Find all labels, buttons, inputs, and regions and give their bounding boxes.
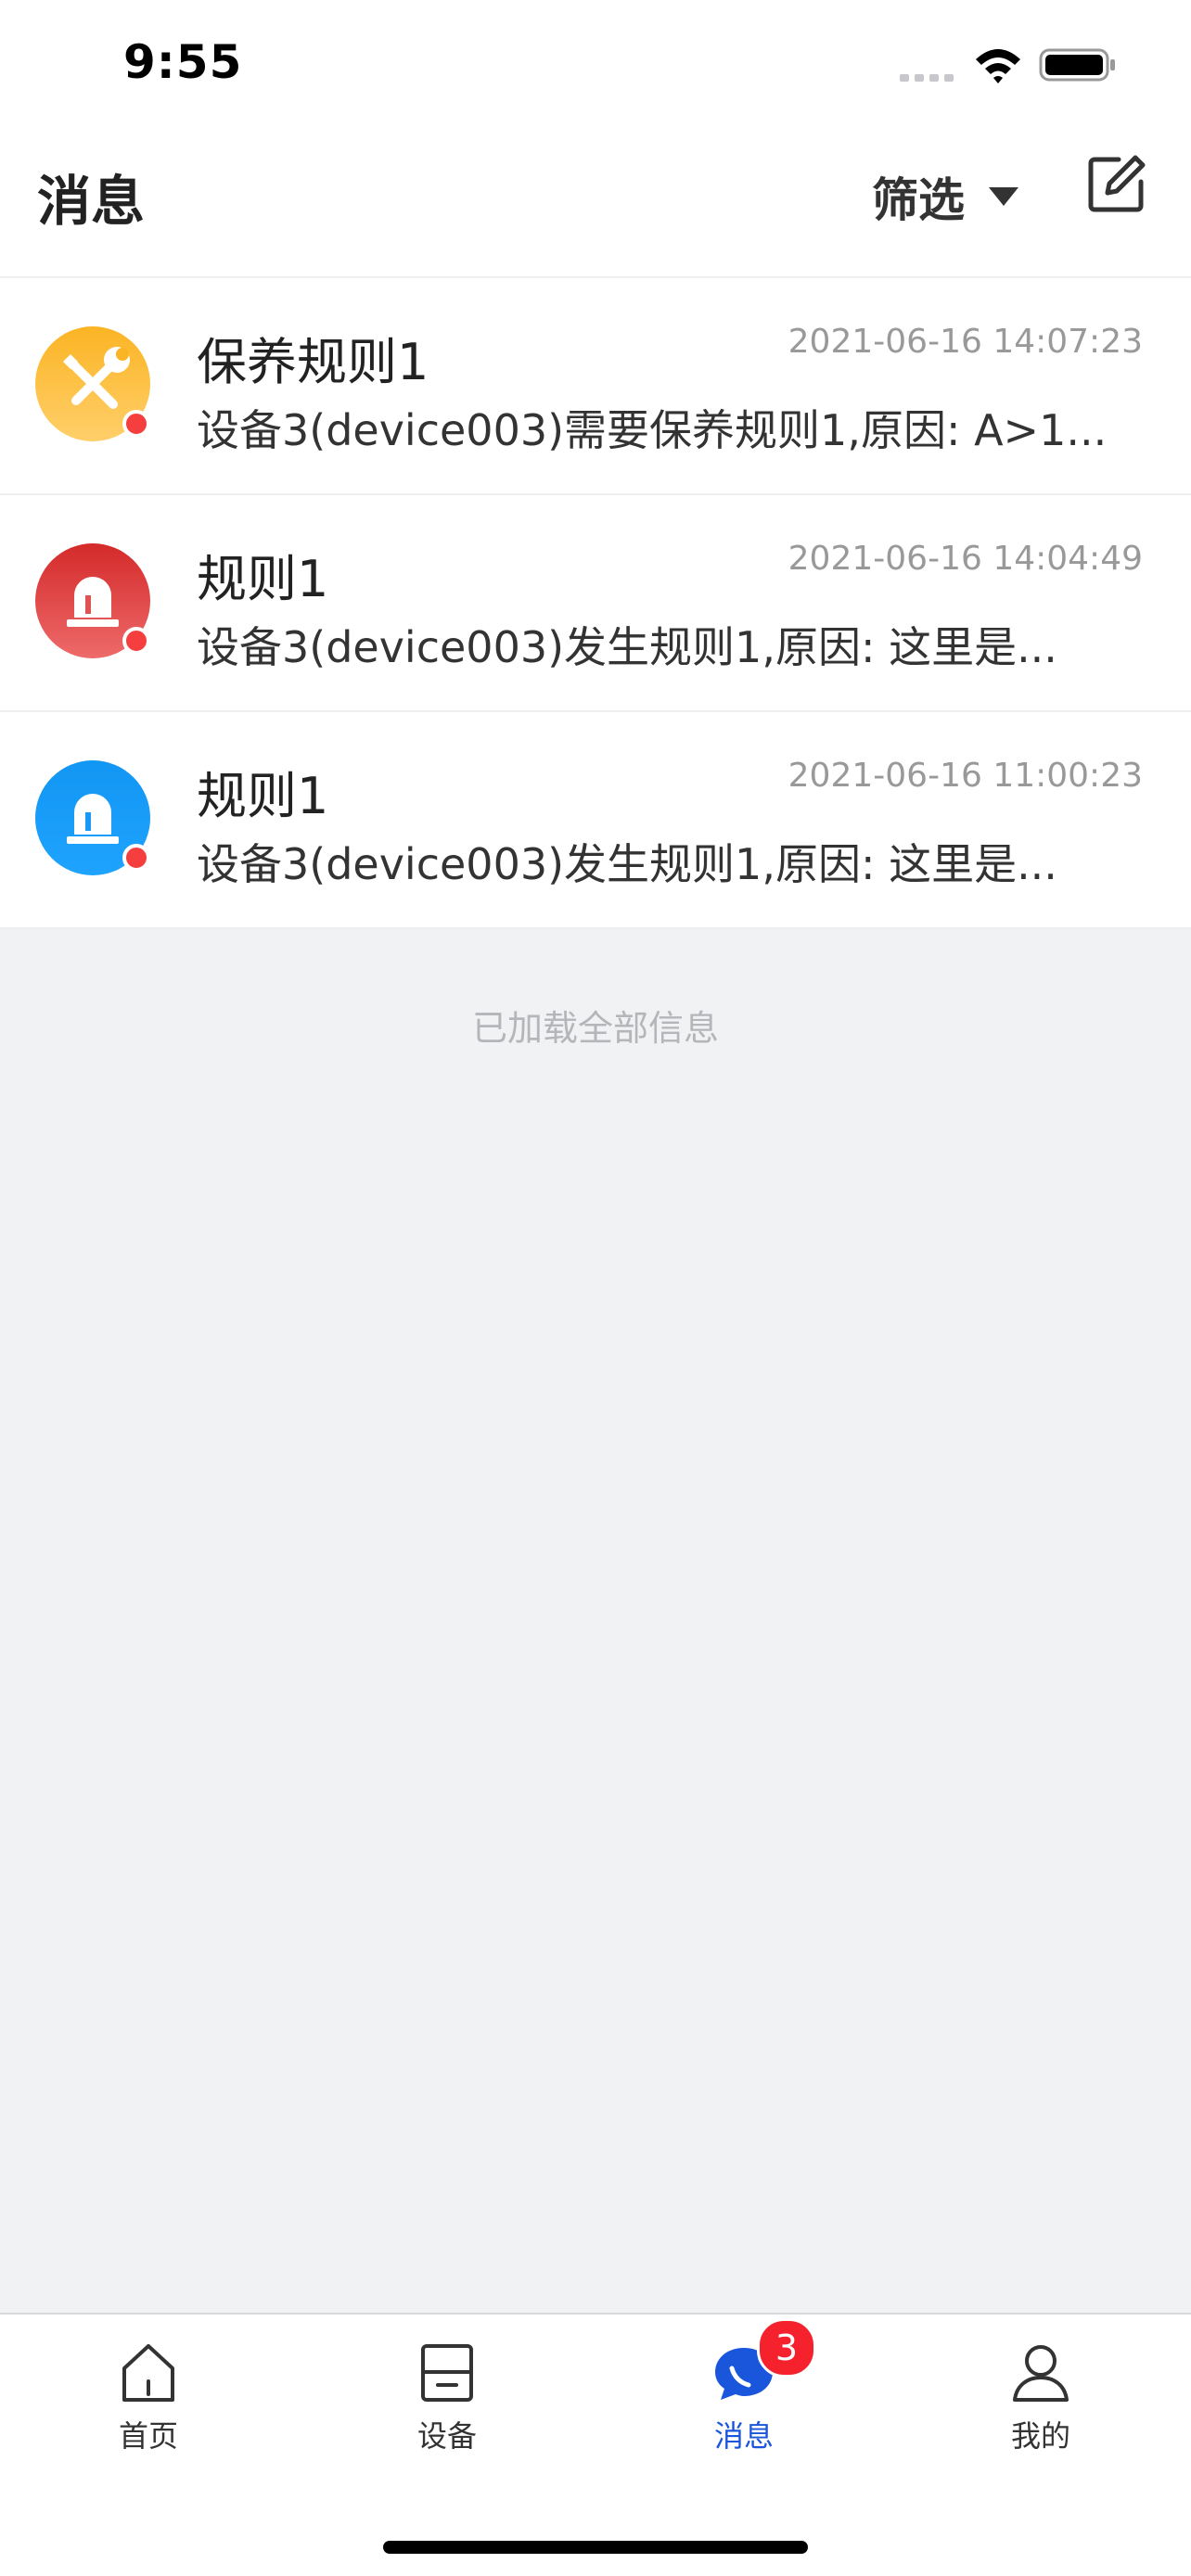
message-title: 规则1: [197, 550, 329, 608]
message-list: 保养规则1 2021-06-16 14:07:23 设备3(device003)…: [0, 278, 1191, 929]
page-title: 消息: [37, 170, 146, 233]
signal-icon: [900, 74, 954, 82]
tab-messages[interactable]: 消息 3: [660, 2318, 827, 2463]
list-end-text: 已加载全部信息: [471, 1008, 719, 1049]
unread-count-badge: 3: [757, 2318, 816, 2378]
filter-label: 筛选: [872, 173, 965, 227]
device-icon: [421, 2344, 473, 2402]
tab-label: 设备: [416, 2418, 477, 2454]
message-body: 设备3(device003)需要保养规则1,原因: A>1...: [197, 405, 1108, 455]
compose-icon[interactable]: [1085, 154, 1146, 215]
status-bar: 9:55: [0, 0, 1191, 121]
wifi-icon: [976, 49, 1020, 83]
nav-header: 消息 筛选: [0, 121, 1191, 278]
tab-home[interactable]: 首页: [65, 2342, 232, 2463]
home-indicator: [383, 2541, 808, 2554]
message-item[interactable]: 保养规则1 2021-06-16 14:07:23 设备3(device003)…: [0, 278, 1191, 495]
unread-dot: [122, 627, 150, 655]
message-title: 保养规则1: [197, 333, 429, 391]
status-time: 9:55: [123, 35, 243, 89]
message-time: 2021-06-16 14:04:49: [788, 540, 1143, 578]
tab-label: 首页: [118, 2418, 178, 2454]
filter-button[interactable]: 筛选: [872, 159, 1018, 234]
tab-label: 我的: [1010, 2418, 1070, 2454]
tab-bar: 首页 设备 消息 3 我的: [0, 2313, 1191, 2576]
message-title: 规则1: [197, 767, 329, 825]
tab-mine[interactable]: 我的: [957, 2342, 1124, 2463]
message-item[interactable]: 规则1 2021-06-16 14:04:49 设备3(device003)发生…: [0, 495, 1191, 712]
tab-label: 消息: [713, 2418, 774, 2454]
message-body: 设备3(device003)发生规则1,原因: 这里是...: [197, 622, 1057, 672]
message-body: 设备3(device003)发生规则1,原因: 这里是...: [197, 839, 1057, 889]
tab-device[interactable]: 设备: [364, 2342, 531, 2463]
message-time: 2021-06-16 14:07:23: [788, 323, 1143, 361]
caret-down-icon: [989, 187, 1018, 206]
message-item[interactable]: 规则1 2021-06-16 11:00:23 设备3(device003)发生…: [0, 712, 1191, 929]
unread-dot: [122, 844, 150, 872]
battery-icon: [1039, 48, 1115, 82]
home-icon: [122, 2344, 174, 2402]
user-icon: [1013, 2345, 1069, 2402]
message-time: 2021-06-16 11:00:23: [788, 757, 1143, 795]
unread-dot: [122, 410, 150, 438]
